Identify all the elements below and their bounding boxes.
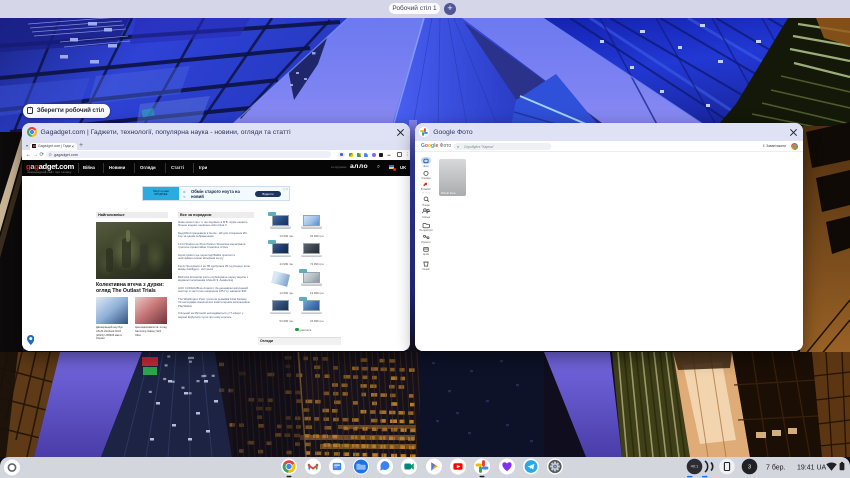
svg-text:19:41 UA: 19:41 UA bbox=[797, 465, 827, 472]
svg-text:40:1: 40:1 bbox=[691, 464, 700, 469]
svg-text:7 бер.: 7 бер. bbox=[766, 464, 786, 472]
svg-text:3: 3 bbox=[748, 465, 751, 471]
